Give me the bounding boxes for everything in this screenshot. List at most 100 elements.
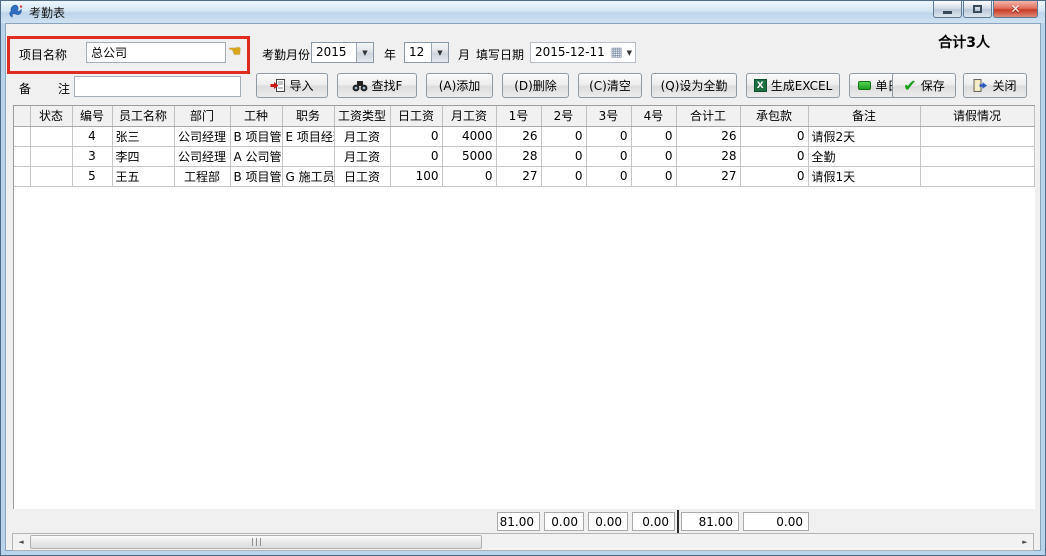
add-button[interactable]: (A)添加 bbox=[426, 73, 493, 98]
cell-total-work[interactable]: 28 bbox=[676, 146, 740, 166]
import-button[interactable]: 导入 bbox=[256, 73, 328, 98]
cell-day1[interactable]: 27 bbox=[496, 166, 541, 186]
cell-day3[interactable]: 0 bbox=[586, 146, 631, 166]
cell-day4[interactable]: 0 bbox=[631, 166, 676, 186]
note-input[interactable] bbox=[74, 76, 241, 97]
cell-position[interactable]: G 施工员 bbox=[282, 166, 334, 186]
cell-work-type[interactable]: B 项目管理 bbox=[230, 126, 282, 146]
row-indicator[interactable] bbox=[14, 126, 30, 146]
col-day3[interactable]: 3号 bbox=[586, 106, 631, 126]
cell-day2[interactable]: 0 bbox=[541, 166, 586, 186]
year-dropdown-icon[interactable]: ▼ bbox=[356, 43, 373, 62]
generate-excel-button[interactable]: X 生成EXCEL bbox=[746, 73, 840, 98]
cell-contract[interactable]: 0 bbox=[740, 166, 808, 186]
cell-leave[interactable] bbox=[920, 146, 1034, 166]
col-contract[interactable]: 承包款 bbox=[740, 106, 808, 126]
cell-daily-wage[interactable]: 0 bbox=[390, 146, 442, 166]
clear-button[interactable]: (C)清空 bbox=[578, 73, 642, 98]
cell-day3[interactable]: 0 bbox=[586, 126, 631, 146]
table-row[interactable]: 3 李四 公司经理 A 公司管理 月工资 0 5000 28 0 0 0 28 … bbox=[14, 146, 1034, 166]
cell-work-type[interactable]: B 项目管理 bbox=[230, 166, 282, 186]
cell-note[interactable]: 请假1天 bbox=[808, 166, 920, 186]
col-day2[interactable]: 2号 bbox=[541, 106, 586, 126]
horizontal-scrollbar[interactable]: ◄ ► bbox=[12, 533, 1034, 551]
cell-total-work[interactable]: 26 bbox=[676, 126, 740, 146]
col-employee-name[interactable]: 员工名称 bbox=[112, 106, 174, 126]
calendar-icon[interactable]: ▦ bbox=[610, 45, 622, 60]
cell-day4[interactable]: 0 bbox=[631, 146, 676, 166]
cell-day1[interactable]: 28 bbox=[496, 146, 541, 166]
cell-leave[interactable] bbox=[920, 166, 1034, 186]
cell-position[interactable]: E 项目经理 bbox=[282, 126, 334, 146]
cell-id[interactable]: 4 bbox=[72, 126, 112, 146]
cell-status[interactable] bbox=[30, 126, 72, 146]
cell-monthly-wage[interactable]: 4000 bbox=[442, 126, 496, 146]
month-dropdown-icon[interactable]: ▼ bbox=[431, 43, 448, 62]
row-indicator[interactable] bbox=[14, 166, 30, 186]
cell-wage-type[interactable]: 月工资 bbox=[334, 146, 390, 166]
table-row[interactable]: 5 王五 工程部 B 项目管理 G 施工员 日工资 100 0 27 0 0 0… bbox=[14, 166, 1034, 186]
cell-wage-type[interactable]: 日工资 bbox=[334, 166, 390, 186]
fill-date-picker[interactable]: 2015-12-11 ▦ ▼ bbox=[530, 42, 636, 63]
col-monthly-wage[interactable]: 月工资 bbox=[442, 106, 496, 126]
cell-department[interactable]: 工程部 bbox=[174, 166, 230, 186]
col-department[interactable]: 部门 bbox=[174, 106, 230, 126]
col-status[interactable]: 状态 bbox=[30, 106, 72, 126]
cell-leave[interactable] bbox=[920, 126, 1034, 146]
cell-day1[interactable]: 26 bbox=[496, 126, 541, 146]
cell-id[interactable]: 5 bbox=[72, 166, 112, 186]
cell-daily-wage[interactable]: 0 bbox=[390, 126, 442, 146]
attendance-grid[interactable]: 状态 编号 员工名称 部门 工种 职务 工资类型 日工资 月工资 1号 2号 3… bbox=[13, 105, 1035, 509]
cell-contract[interactable]: 0 bbox=[740, 126, 808, 146]
hand-pointer-icon[interactable]: ☚ bbox=[228, 42, 241, 60]
col-daily-wage[interactable]: 日工资 bbox=[390, 106, 442, 126]
col-day4[interactable]: 4号 bbox=[631, 106, 676, 126]
cell-contract[interactable]: 0 bbox=[740, 146, 808, 166]
delete-button[interactable]: (D)删除 bbox=[502, 73, 569, 98]
save-button[interactable]: ✔ 保存 bbox=[892, 73, 956, 98]
find-button[interactable]: 查找F bbox=[337, 73, 417, 98]
cell-daily-wage[interactable]: 100 bbox=[390, 166, 442, 186]
cell-employee-name[interactable]: 王五 bbox=[112, 166, 174, 186]
cell-department[interactable]: 公司经理 bbox=[174, 146, 230, 166]
table-row[interactable]: 4 张三 公司经理 B 项目管理 E 项目经理 月工资 0 4000 26 0 … bbox=[14, 126, 1034, 146]
cell-day2[interactable]: 0 bbox=[541, 126, 586, 146]
cell-note[interactable]: 请假2天 bbox=[808, 126, 920, 146]
cell-wage-type[interactable]: 月工资 bbox=[334, 126, 390, 146]
col-leave[interactable]: 请假情况 bbox=[920, 106, 1034, 126]
cell-status[interactable] bbox=[30, 146, 72, 166]
year-select[interactable]: 2015 ▼ bbox=[311, 42, 374, 63]
col-position[interactable]: 职务 bbox=[282, 106, 334, 126]
cell-department[interactable]: 公司经理 bbox=[174, 126, 230, 146]
month-select[interactable]: 12 ▼ bbox=[404, 42, 449, 63]
col-wage-type[interactable]: 工资类型 bbox=[334, 106, 390, 126]
minimize-button[interactable] bbox=[933, 1, 962, 18]
maximize-button[interactable] bbox=[963, 1, 992, 18]
cell-id[interactable]: 3 bbox=[72, 146, 112, 166]
cell-work-type[interactable]: A 公司管理 bbox=[230, 146, 282, 166]
scrollbar-thumb[interactable] bbox=[30, 535, 482, 549]
scroll-right-button[interactable]: ► bbox=[1017, 534, 1033, 550]
project-name-input[interactable] bbox=[86, 42, 226, 63]
close-window-button[interactable]: ✕ bbox=[993, 1, 1038, 18]
cell-day2[interactable]: 0 bbox=[541, 146, 586, 166]
cell-note[interactable]: 全勤 bbox=[808, 146, 920, 166]
cell-day4[interactable]: 0 bbox=[631, 126, 676, 146]
cell-employee-name[interactable]: 张三 bbox=[112, 126, 174, 146]
scroll-left-button[interactable]: ◄ bbox=[13, 534, 29, 550]
cell-employee-name[interactable]: 李四 bbox=[112, 146, 174, 166]
cell-total-work[interactable]: 27 bbox=[676, 166, 740, 186]
cell-day3[interactable]: 0 bbox=[586, 166, 631, 186]
cell-status[interactable] bbox=[30, 166, 72, 186]
row-indicator[interactable] bbox=[14, 146, 30, 166]
col-id[interactable]: 编号 bbox=[72, 106, 112, 126]
close-button[interactable]: 关闭 bbox=[963, 73, 1027, 98]
cell-monthly-wage[interactable]: 5000 bbox=[442, 146, 496, 166]
col-total-work[interactable]: 合计工 bbox=[676, 106, 740, 126]
set-full-attendance-button[interactable]: (Q)设为全勤 bbox=[651, 73, 737, 98]
col-note[interactable]: 备注 bbox=[808, 106, 920, 126]
cell-position[interactable] bbox=[282, 146, 334, 166]
cell-monthly-wage[interactable]: 0 bbox=[442, 166, 496, 186]
date-dropdown-icon[interactable]: ▼ bbox=[624, 43, 635, 62]
col-day1[interactable]: 1号 bbox=[496, 106, 541, 126]
